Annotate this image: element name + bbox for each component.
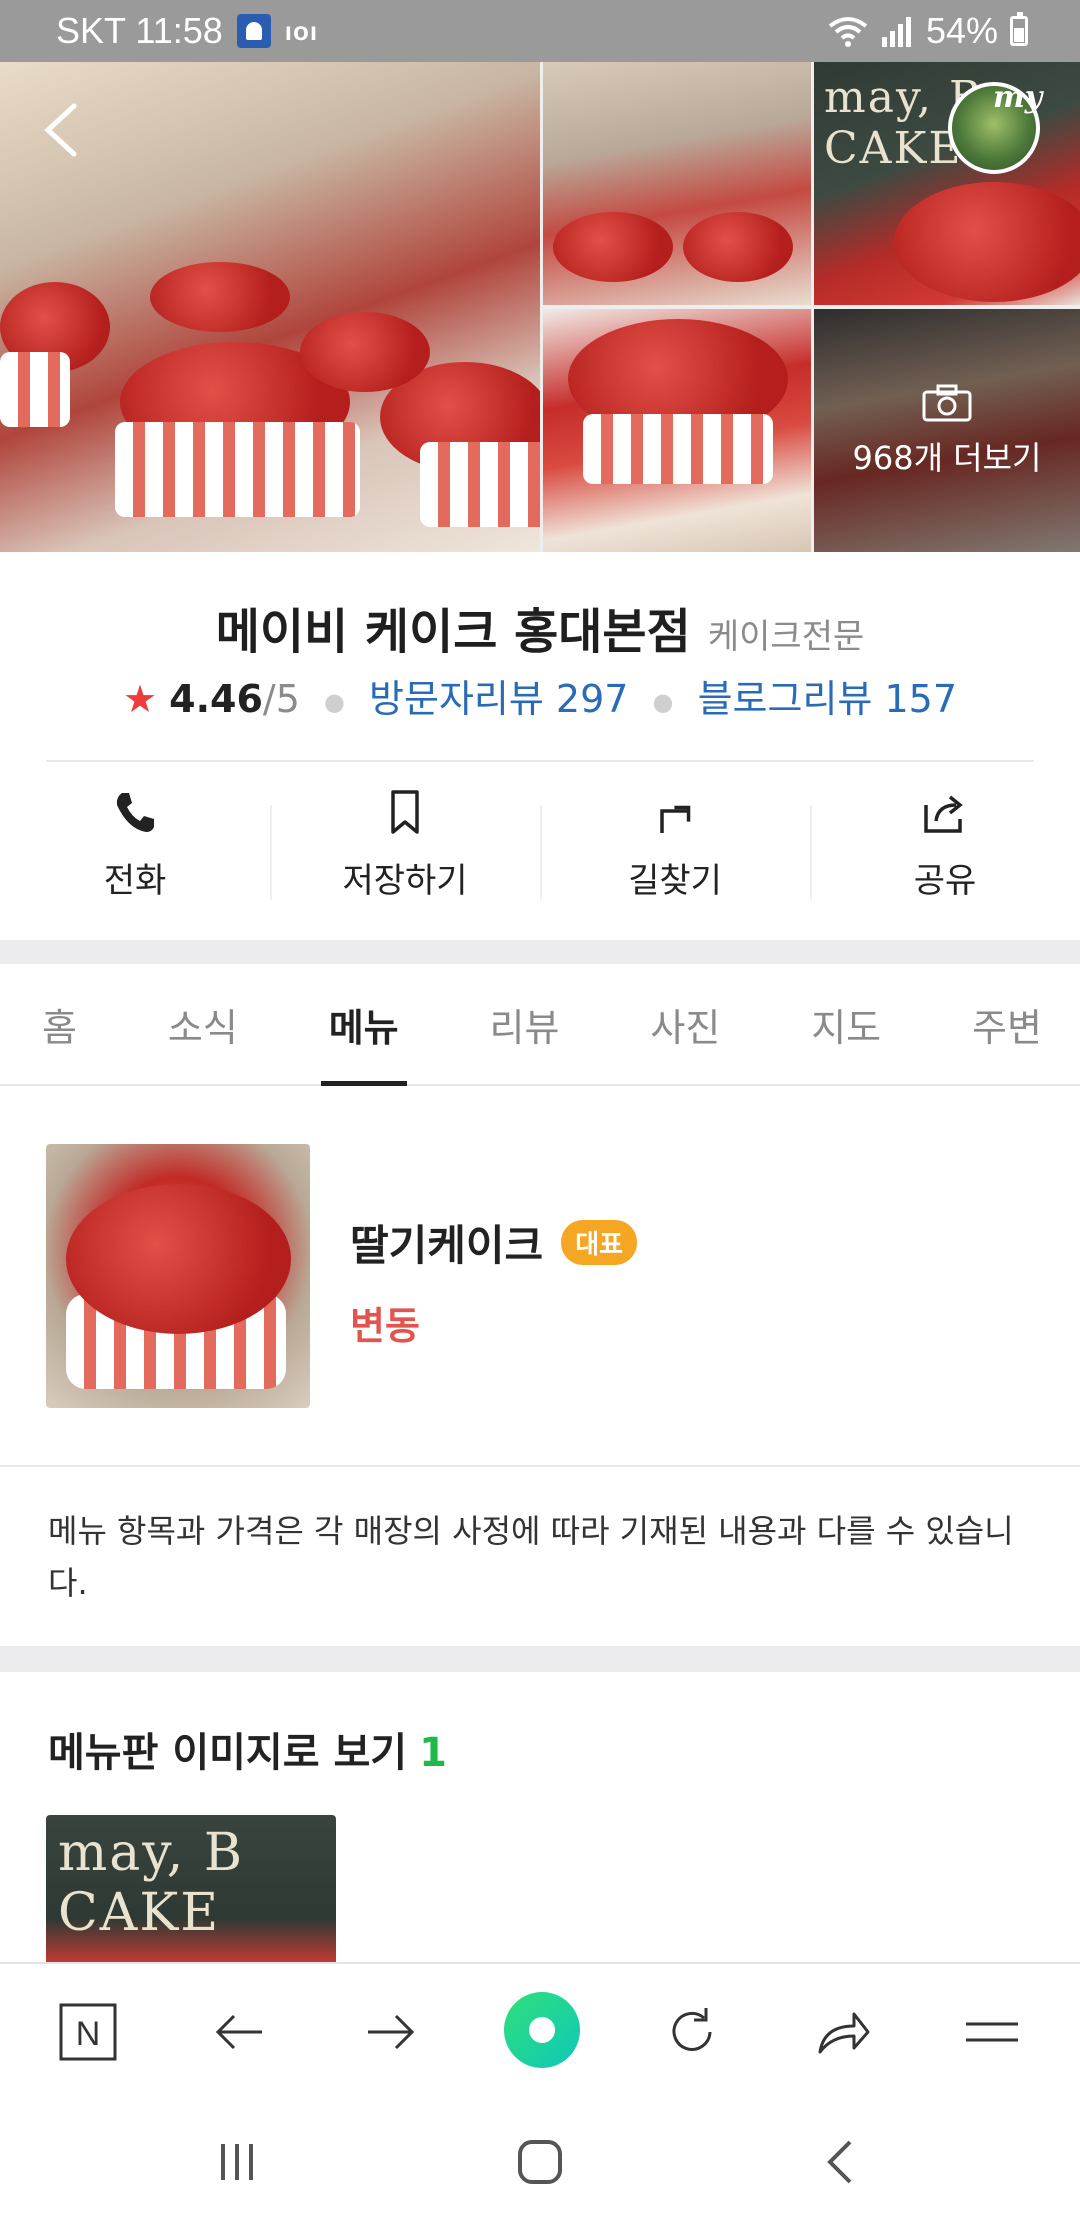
directions-label: 길찾기 xyxy=(628,860,722,901)
share-icon xyxy=(924,795,963,833)
arrow-right-icon xyxy=(368,2014,415,2050)
system-back-button[interactable] xyxy=(812,2132,872,2192)
call-label: 전화 xyxy=(103,860,167,901)
tab-nearby[interactable]: 주변 xyxy=(972,964,1042,1084)
rating-row: ★ 4.46/5 ● 방문자리뷰 297 ● 블로그리뷰 157 xyxy=(0,668,1080,723)
recent-apps-button[interactable] xyxy=(207,2132,267,2192)
naver-home-button[interactable]: N xyxy=(46,1990,130,2074)
call-button[interactable]: 전화 xyxy=(0,770,270,920)
tab-reviews[interactable]: 리뷰 xyxy=(490,964,560,1084)
menu-board-count: 1 xyxy=(419,1730,447,1776)
section-gap xyxy=(0,940,1080,964)
menu-item-image[interactable] xyxy=(46,1144,310,1408)
menu-item-name: 딸기케이크 xyxy=(350,1221,544,1270)
menu-item-title[interactable]: 딸기케이크 대표 xyxy=(350,1212,638,1273)
home-icon xyxy=(518,2140,562,2184)
save-label: 저장하기 xyxy=(342,860,468,901)
photo-gallery: may, B CAKE 968개 더보기 my xyxy=(0,62,1080,552)
rating-max: /5 xyxy=(262,677,300,721)
hamburger-icon xyxy=(966,2022,1018,2042)
tab-photos[interactable]: 사진 xyxy=(650,964,720,1084)
tab-bar: 홈 소식 메뉴 리뷰 사진 지도 주변 xyxy=(0,964,1080,1086)
star-icon: ★ xyxy=(122,677,158,721)
menu-item-price: 변동 xyxy=(350,1304,420,1348)
system-back-icon xyxy=(827,2140,852,2184)
phone-icon xyxy=(116,792,154,832)
place-category: 케이크전문 xyxy=(707,617,865,657)
more-photos-label: 968개 더보기 xyxy=(852,438,1042,477)
directions-button[interactable]: 길찾기 xyxy=(540,770,810,920)
title-row: 메이비 케이크 홍대본점 케이크전문 xyxy=(0,592,1080,662)
tab-map[interactable]: 지도 xyxy=(811,964,881,1084)
menu-board-heading: 메뉴판 이미지로 보기 1 xyxy=(48,1720,447,1778)
camera-icon xyxy=(922,384,972,421)
app-notification-icon xyxy=(236,14,271,48)
ioi-icon: ıoı xyxy=(284,15,319,46)
gallery-photo-4[interactable] xyxy=(543,309,811,552)
tab-news[interactable]: 소식 xyxy=(168,964,238,1084)
more-photos-button[interactable]: 968개 더보기 xyxy=(814,309,1080,552)
tab-home[interactable]: 홈 xyxy=(42,964,77,1084)
signal-icon xyxy=(881,17,911,47)
chevron-left-icon xyxy=(44,103,77,157)
battery-percent: 54% xyxy=(925,10,998,51)
divider xyxy=(46,760,1034,762)
visitor-reviews-link[interactable]: 방문자리뷰 297 xyxy=(369,677,628,721)
green-dot-button[interactable] xyxy=(504,1992,580,2068)
arrow-left-icon xyxy=(215,2014,262,2050)
place-title: 메이비 케이크 홍대본점 xyxy=(215,604,691,660)
separator-dot: ● xyxy=(652,687,674,716)
blog-reviews-link[interactable]: 블로그리뷰 157 xyxy=(698,677,957,721)
section-gap xyxy=(0,1646,1080,1672)
rating-score: 4.46 xyxy=(169,677,263,721)
naver-n-icon: N xyxy=(59,2003,117,2061)
refresh-button[interactable] xyxy=(650,1990,734,2074)
browser-menu-button[interactable] xyxy=(950,1990,1034,2074)
recent-apps-icon xyxy=(221,2144,253,2180)
naver-n-letter: N xyxy=(76,2015,101,2053)
separator-dot: ● xyxy=(323,687,345,716)
browser-forward-button[interactable] xyxy=(348,1990,432,2074)
signature-badge: 대표 xyxy=(561,1220,638,1265)
gallery-photo-2[interactable] xyxy=(543,62,811,305)
status-bar: SKT 11:58 ıoı 54% xyxy=(0,0,1080,62)
share-button[interactable]: 공유 xyxy=(810,770,1080,920)
menu-board-title: 메뉴판 이미지로 보기 xyxy=(48,1730,408,1776)
browser-back-button[interactable] xyxy=(198,1990,282,2074)
refresh-icon xyxy=(672,2008,712,2051)
tab-menu[interactable]: 메뉴 xyxy=(320,964,407,1086)
system-nav-bar xyxy=(0,2096,1080,2220)
menu-notice: 메뉴 항목과 가격은 각 매장의 사정에 따라 기재된 내용과 다를 수 있습니… xyxy=(48,1512,1014,1602)
action-bar: 전화 저장하기 길찾기 공유 xyxy=(0,770,1080,920)
browser-toolbar: N xyxy=(0,1962,1080,2096)
bookmark-icon xyxy=(391,789,419,834)
menu-board-chalk-text: may, B CAKE xyxy=(58,1823,245,1943)
divider xyxy=(0,1465,1080,1467)
wifi-icon xyxy=(828,17,868,47)
avatar-my-label: my xyxy=(993,80,1043,115)
home-button[interactable] xyxy=(510,2132,570,2192)
share-arrow-icon xyxy=(818,2012,870,2054)
green-dot-icon xyxy=(529,2017,555,2043)
battery-icon xyxy=(1010,12,1028,46)
browser-share-button[interactable] xyxy=(800,1990,884,2074)
share-label: 공유 xyxy=(913,860,977,901)
directions-icon xyxy=(660,805,691,833)
save-button[interactable]: 저장하기 xyxy=(270,770,540,920)
back-button[interactable] xyxy=(38,100,86,160)
menu-board-image[interactable]: may, B CAKE xyxy=(46,1815,336,1963)
carrier-time: SKT 11:58 xyxy=(56,10,223,51)
